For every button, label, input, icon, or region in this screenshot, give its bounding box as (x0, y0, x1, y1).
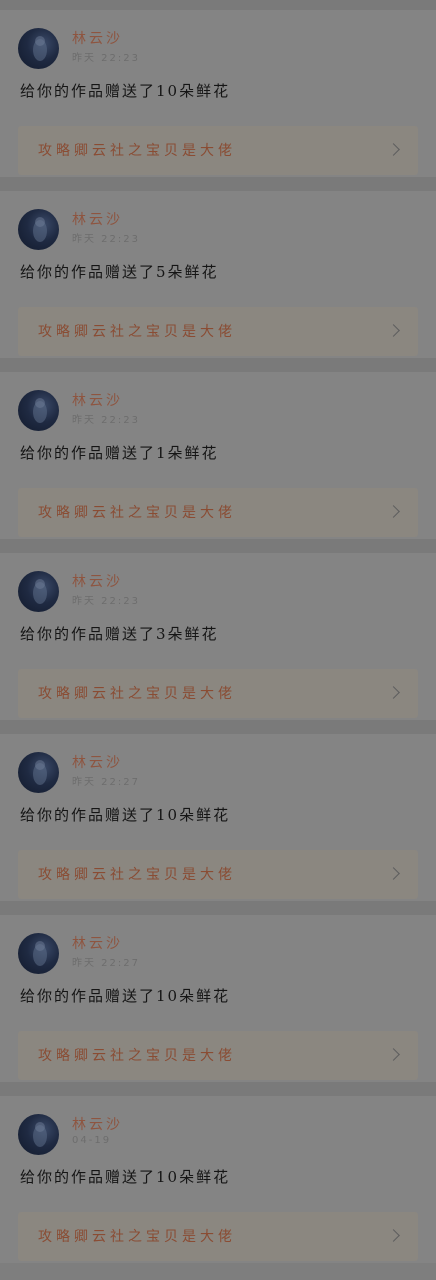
work-title: 攻略卿云社之宝贝是大佬 (38, 1229, 236, 1245)
notification-message: 给你的作品赠送了10朵鲜花 (20, 806, 231, 824)
chevron-right-icon (387, 1229, 400, 1242)
separator (0, 901, 436, 915)
avatar-image-icon (33, 1122, 47, 1147)
username[interactable]: 林云沙 (72, 28, 123, 48)
work-link[interactable]: 攻略卿云社之宝贝是大佬 (18, 307, 418, 356)
username[interactable]: 林云沙 (72, 1114, 123, 1134)
work-title: 攻略卿云社之宝贝是大佬 (38, 505, 236, 521)
username[interactable]: 林云沙 (72, 752, 123, 772)
notification-card: 林云沙 04-19 给你的作品赠送了10朵鲜花 攻略卿云社之宝贝是大佬 (0, 1096, 436, 1263)
separator (0, 1082, 436, 1096)
work-title: 攻略卿云社之宝贝是大佬 (38, 867, 236, 883)
notification-message: 给你的作品赠送了3朵鲜花 (20, 625, 219, 643)
chevron-right-icon (387, 324, 400, 337)
notification-message: 给你的作品赠送了10朵鲜花 (20, 987, 231, 1005)
work-link[interactable]: 攻略卿云社之宝贝是大佬 (18, 669, 418, 718)
timestamp: 昨天 22:23 (72, 53, 140, 64)
notification-message: 给你的作品赠送了5朵鲜花 (20, 263, 219, 281)
avatar[interactable] (18, 209, 59, 250)
chevron-right-icon (387, 867, 400, 880)
avatar-image-icon (33, 579, 47, 604)
work-link[interactable]: 攻略卿云社之宝贝是大佬 (18, 126, 418, 175)
work-link[interactable]: 攻略卿云社之宝贝是大佬 (18, 1031, 418, 1080)
work-link[interactable]: 攻略卿云社之宝贝是大佬 (18, 850, 418, 899)
separator (0, 177, 436, 191)
timestamp: 昨天 22:27 (72, 777, 140, 788)
avatar-image-icon (33, 217, 47, 242)
notification-message: 给你的作品赠送了1朵鲜花 (20, 444, 219, 462)
avatar[interactable] (18, 28, 59, 69)
notification-card: 林云沙 昨天 22:23 给你的作品赠送了5朵鲜花 攻略卿云社之宝贝是大佬 (0, 191, 436, 358)
avatar[interactable] (18, 390, 59, 431)
separator (0, 358, 436, 372)
timestamp: 昨天 22:27 (72, 958, 140, 969)
notification-card: 林云沙 昨天 22:23 给你的作品赠送了3朵鲜花 攻略卿云社之宝贝是大佬 (0, 553, 436, 720)
notification-card: 林云沙 昨天 22:23 给你的作品赠送了1朵鲜花 攻略卿云社之宝贝是大佬 (0, 372, 436, 539)
work-link[interactable]: 攻略卿云社之宝贝是大佬 (18, 1212, 418, 1261)
avatar-image-icon (33, 398, 47, 423)
timestamp: 昨天 22:23 (72, 415, 140, 426)
work-title: 攻略卿云社之宝贝是大佬 (38, 1048, 236, 1064)
avatar[interactable] (18, 1114, 59, 1155)
notification-message: 给你的作品赠送了10朵鲜花 (20, 1168, 231, 1186)
username[interactable]: 林云沙 (72, 390, 123, 410)
avatar[interactable] (18, 571, 59, 612)
avatar[interactable] (18, 752, 59, 793)
notification-message: 给你的作品赠送了10朵鲜花 (20, 82, 231, 100)
separator (0, 539, 436, 553)
timestamp: 昨天 22:23 (72, 234, 140, 245)
work-title: 攻略卿云社之宝贝是大佬 (38, 324, 236, 340)
work-title: 攻略卿云社之宝贝是大佬 (38, 686, 236, 702)
work-link[interactable]: 攻略卿云社之宝贝是大佬 (18, 488, 418, 537)
separator (0, 720, 436, 734)
chevron-right-icon (387, 143, 400, 156)
chevron-right-icon (387, 686, 400, 699)
timestamp: 04-19 (72, 1135, 112, 1146)
avatar-image-icon (33, 760, 47, 785)
username[interactable]: 林云沙 (72, 209, 123, 229)
username[interactable]: 林云沙 (72, 571, 123, 591)
notification-card: 林云沙 昨天 22:27 给你的作品赠送了10朵鲜花 攻略卿云社之宝贝是大佬 (0, 915, 436, 1082)
work-title: 攻略卿云社之宝贝是大佬 (38, 143, 236, 159)
avatar-image-icon (33, 36, 47, 61)
timestamp: 昨天 22:23 (72, 596, 140, 607)
username[interactable]: 林云沙 (72, 933, 123, 953)
chevron-right-icon (387, 505, 400, 518)
avatar-image-icon (33, 941, 47, 966)
notification-card: 林云沙 昨天 22:27 给你的作品赠送了10朵鲜花 攻略卿云社之宝贝是大佬 (0, 734, 436, 901)
notification-card: 林云沙 昨天 22:23 给你的作品赠送了10朵鲜花 攻略卿云社之宝贝是大佬 (0, 10, 436, 177)
chevron-right-icon (387, 1048, 400, 1061)
avatar[interactable] (18, 933, 59, 974)
